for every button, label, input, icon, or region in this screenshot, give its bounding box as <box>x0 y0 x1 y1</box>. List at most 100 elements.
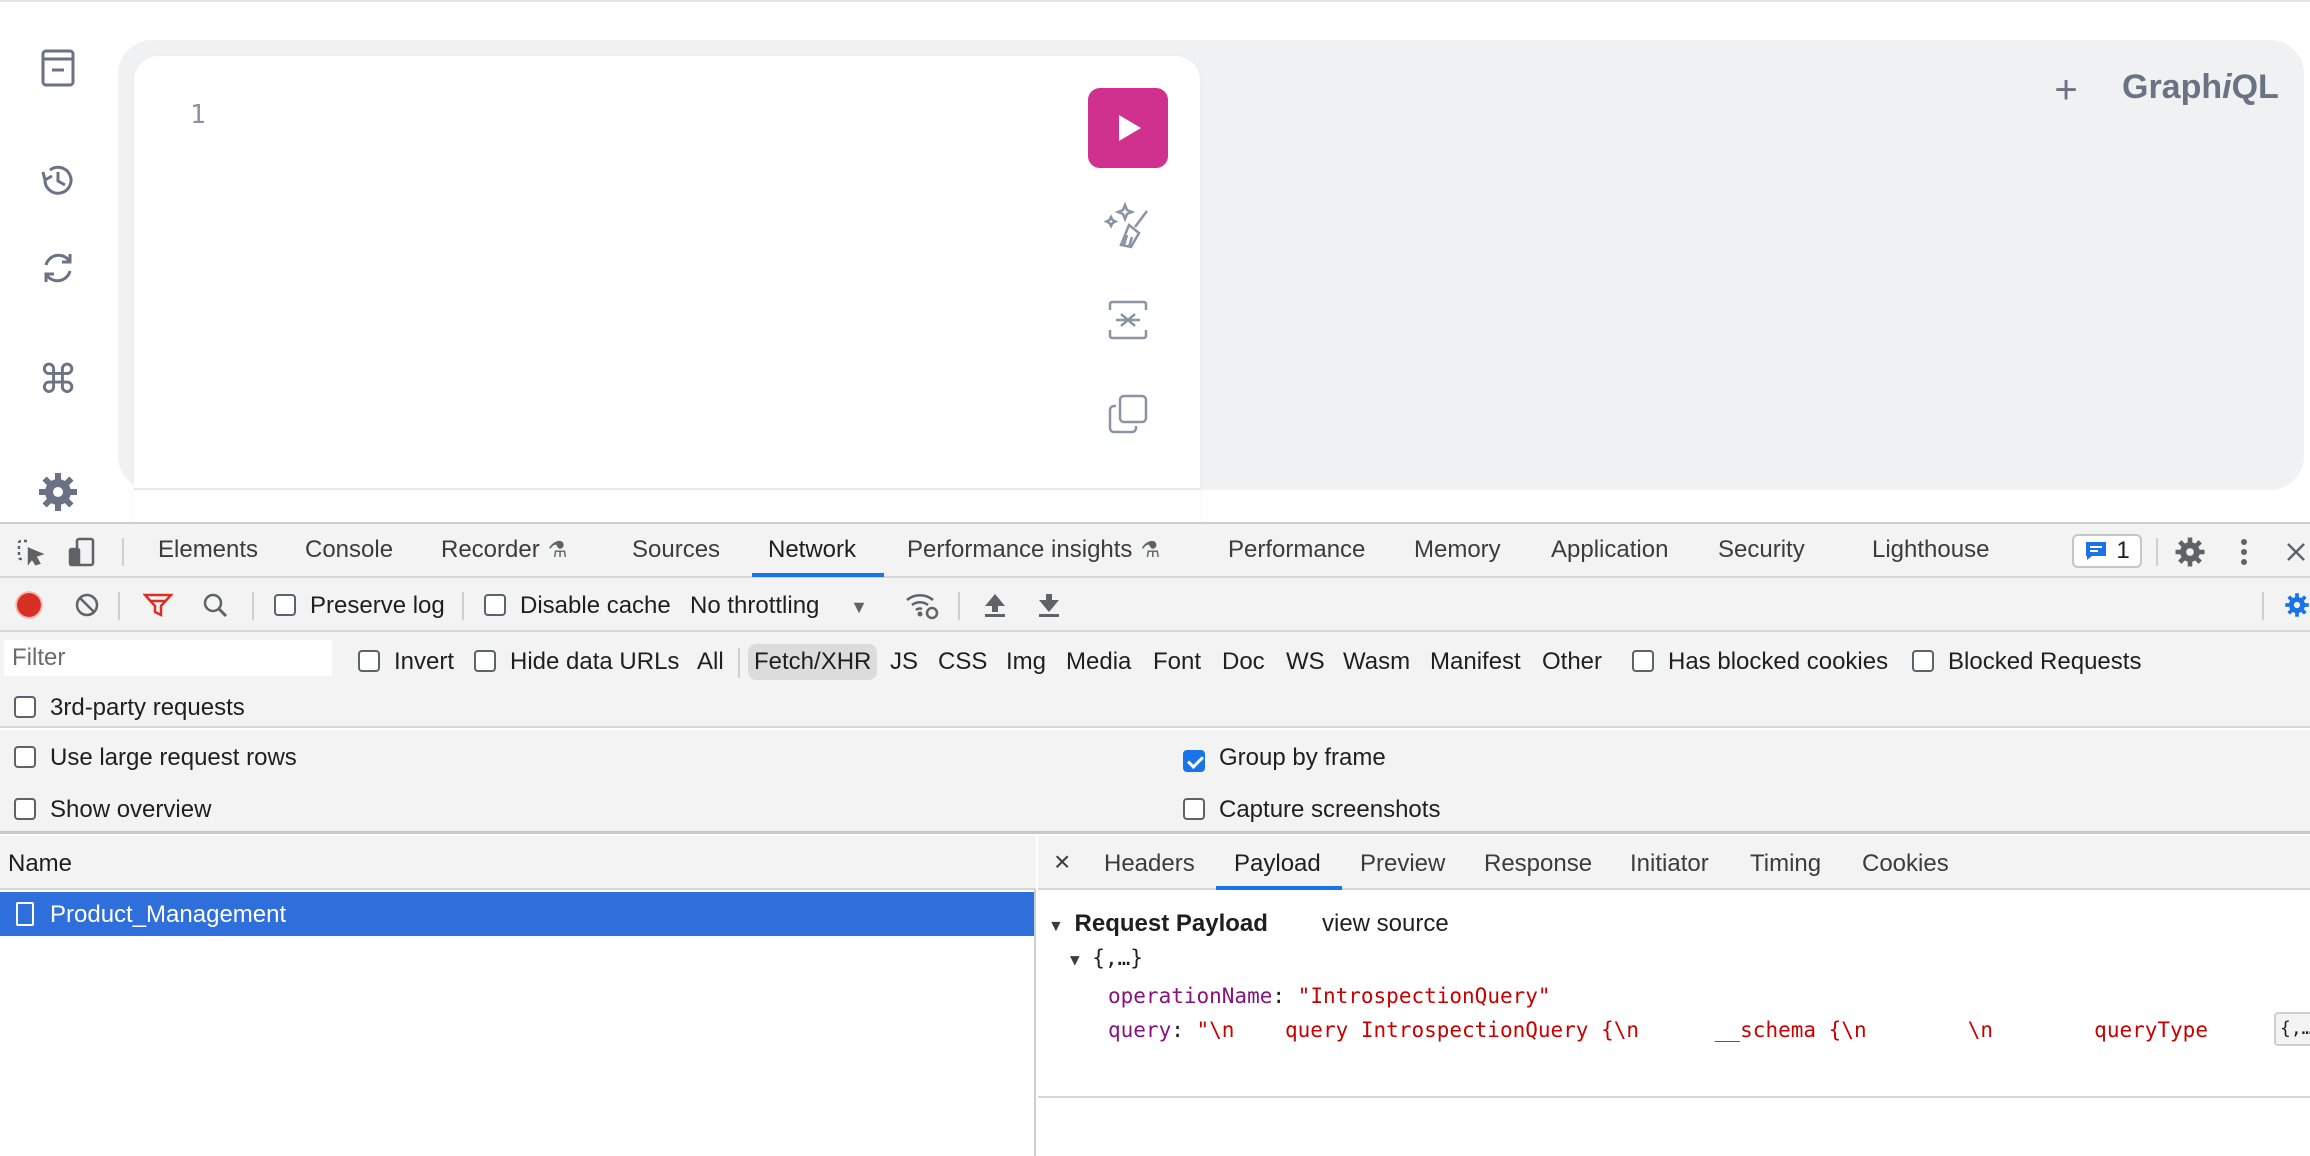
graphiql-sidebar: ⌘ <box>0 2 116 524</box>
merge-fragments-button[interactable] <box>1100 292 1156 348</box>
section-title: Request Payload <box>1074 910 1268 937</box>
filter-icon[interactable] <box>142 590 174 620</box>
type-filter-doc[interactable]: Doc <box>1222 648 1265 676</box>
preserve-log-label: Preserve log <box>310 592 445 619</box>
payload-field: operationName: "IntrospectionQuery" <box>1108 984 1551 1008</box>
capture-screenshots-checkbox[interactable] <box>1183 798 1205 820</box>
has-blocked-cookies-checkbox[interactable] <box>1632 650 1654 672</box>
document-icon <box>16 902 34 926</box>
tab-timing[interactable]: Timing <box>1750 850 1821 878</box>
import-har-icon[interactable] <box>980 590 1010 620</box>
toolbar-separator <box>252 592 254 620</box>
close-devtools-icon[interactable] <box>2282 536 2310 568</box>
tab-performance[interactable]: Performance <box>1228 536 1365 564</box>
view-source-link[interactable]: view source <box>1322 910 1449 938</box>
blocked-requests-checkbox[interactable] <box>1912 650 1934 672</box>
type-filter-wasm[interactable]: Wasm <box>1343 648 1410 676</box>
hide-data-urls-label: Hide data URLs <box>510 648 680 675</box>
refetch-schema-icon[interactable] <box>34 244 82 292</box>
device-toolbar-icon[interactable] <box>66 536 98 568</box>
network-settings-icon[interactable] <box>2284 590 2310 620</box>
third-party-checkbox[interactable] <box>14 696 36 718</box>
disable-cache-checkbox[interactable] <box>484 594 506 616</box>
type-filter-img[interactable]: Img <box>1006 648 1046 676</box>
export-har-icon[interactable] <box>1034 590 1064 620</box>
type-filter-media[interactable]: Media <box>1066 648 1131 676</box>
settings-icon[interactable] <box>34 468 82 516</box>
request-name: Product_Management <box>50 901 287 928</box>
search-icon[interactable] <box>200 590 230 620</box>
tab-initiator[interactable]: Initiator <box>1630 850 1709 878</box>
prettify-button[interactable] <box>1100 198 1156 254</box>
payload-object-toggle[interactable]: ▼ {,…} <box>1070 946 1143 970</box>
add-tab-button[interactable]: + <box>2044 68 2088 112</box>
third-party-label: 3rd-party requests <box>50 694 245 721</box>
request-list: Name Product_Management <box>0 836 1036 1156</box>
execute-query-button[interactable] <box>1088 88 1168 168</box>
prettify-icon <box>1103 201 1148 249</box>
expand-triangle-icon: ▼ <box>1048 918 1064 935</box>
tab-recorder[interactable]: Recorder ⚗ <box>441 536 567 564</box>
column-name[interactable]: Name <box>8 850 72 878</box>
show-overview-label: Show overview <box>50 796 212 823</box>
type-filter-manifest[interactable]: Manifest <box>1430 648 1521 676</box>
filter-input[interactable] <box>4 640 332 676</box>
request-payload-section[interactable]: ▼ Request Payload <box>1048 910 1268 938</box>
active-tab-indicator <box>752 573 884 577</box>
type-filter-other[interactable]: Other <box>1542 648 1602 676</box>
show-overview-checkbox[interactable] <box>14 798 36 820</box>
tab-elements[interactable]: Elements <box>158 536 258 564</box>
clear-icon[interactable] <box>72 590 102 620</box>
graphiql-logo: GraphiQL <box>2122 68 2279 106</box>
toolbar-separator <box>462 592 464 620</box>
tab-memory[interactable]: Memory <box>1414 536 1501 564</box>
tab-security[interactable]: Security <box>1718 536 1805 564</box>
more-options-icon[interactable] <box>2232 534 2256 570</box>
type-filter-js[interactable]: JS <box>890 648 918 676</box>
type-filter-ws[interactable]: WS <box>1286 648 1325 676</box>
dropdown-arrow-icon: ▼ <box>850 597 868 617</box>
preserve-log-checkbox[interactable] <box>274 594 296 616</box>
type-filter-font[interactable]: Font <box>1153 648 1201 676</box>
tab-application[interactable]: Application <box>1551 536 1668 564</box>
invert-label: Invert <box>394 648 455 675</box>
active-detail-tab-indicator <box>1216 886 1342 890</box>
tab-response[interactable]: Response <box>1484 850 1592 878</box>
tab-network[interactable]: Network <box>768 536 856 564</box>
type-filter-fetch-xhr[interactable]: Fetch/XHR <box>748 644 878 680</box>
large-rows-checkbox[interactable] <box>14 746 36 768</box>
object-summary: {,…} <box>1092 946 1143 970</box>
network-conditions-icon[interactable] <box>904 588 940 622</box>
close-details-button[interactable]: × <box>1054 846 1070 878</box>
graphiql-app: ⌘ 1 + GraphiQL <box>0 0 2310 526</box>
hide-data-urls-checkbox[interactable] <box>474 650 496 672</box>
tab-separator <box>122 538 124 566</box>
type-filter-css[interactable]: CSS <box>938 648 987 676</box>
group-by-frame-checkbox[interactable] <box>1183 749 1205 772</box>
tab-console[interactable]: Console <box>305 536 393 564</box>
copy-icon <box>1108 394 1148 434</box>
issues-badge[interactable]: 1 <box>2072 534 2142 568</box>
record-icon[interactable] <box>14 590 44 620</box>
docs-icon[interactable] <box>34 44 82 92</box>
devtools-settings-icon[interactable] <box>2172 534 2208 570</box>
shortcuts-icon[interactable]: ⌘ <box>34 356 82 404</box>
tab-cookies[interactable]: Cookies <box>1862 850 1949 878</box>
tab-preview[interactable]: Preview <box>1360 850 1445 878</box>
type-filter-all[interactable]: All <box>697 648 724 676</box>
request-row[interactable]: Product_Management <box>0 892 1034 936</box>
tab-payload[interactable]: Payload <box>1234 850 1321 878</box>
copy-query-button[interactable] <box>1100 386 1156 442</box>
tab-sources[interactable]: Sources <box>632 536 720 564</box>
invert-checkbox[interactable] <box>358 650 380 672</box>
tab-headers[interactable]: Headers <box>1104 850 1195 878</box>
tab-lighthouse[interactable]: Lighthouse <box>1872 536 1989 564</box>
throttling-select[interactable]: No throttling ▼ <box>690 592 868 620</box>
tab-performance-insights[interactable]: Performance insights ⚗ <box>907 536 1160 564</box>
query-editor[interactable]: 1 <box>134 56 1200 526</box>
large-rows-label: Use large request rows <box>50 744 297 771</box>
inspect-element-icon[interactable] <box>14 536 46 568</box>
editor-divider <box>134 488 1200 490</box>
history-icon[interactable] <box>34 156 82 204</box>
tab-separator <box>2156 538 2158 566</box>
